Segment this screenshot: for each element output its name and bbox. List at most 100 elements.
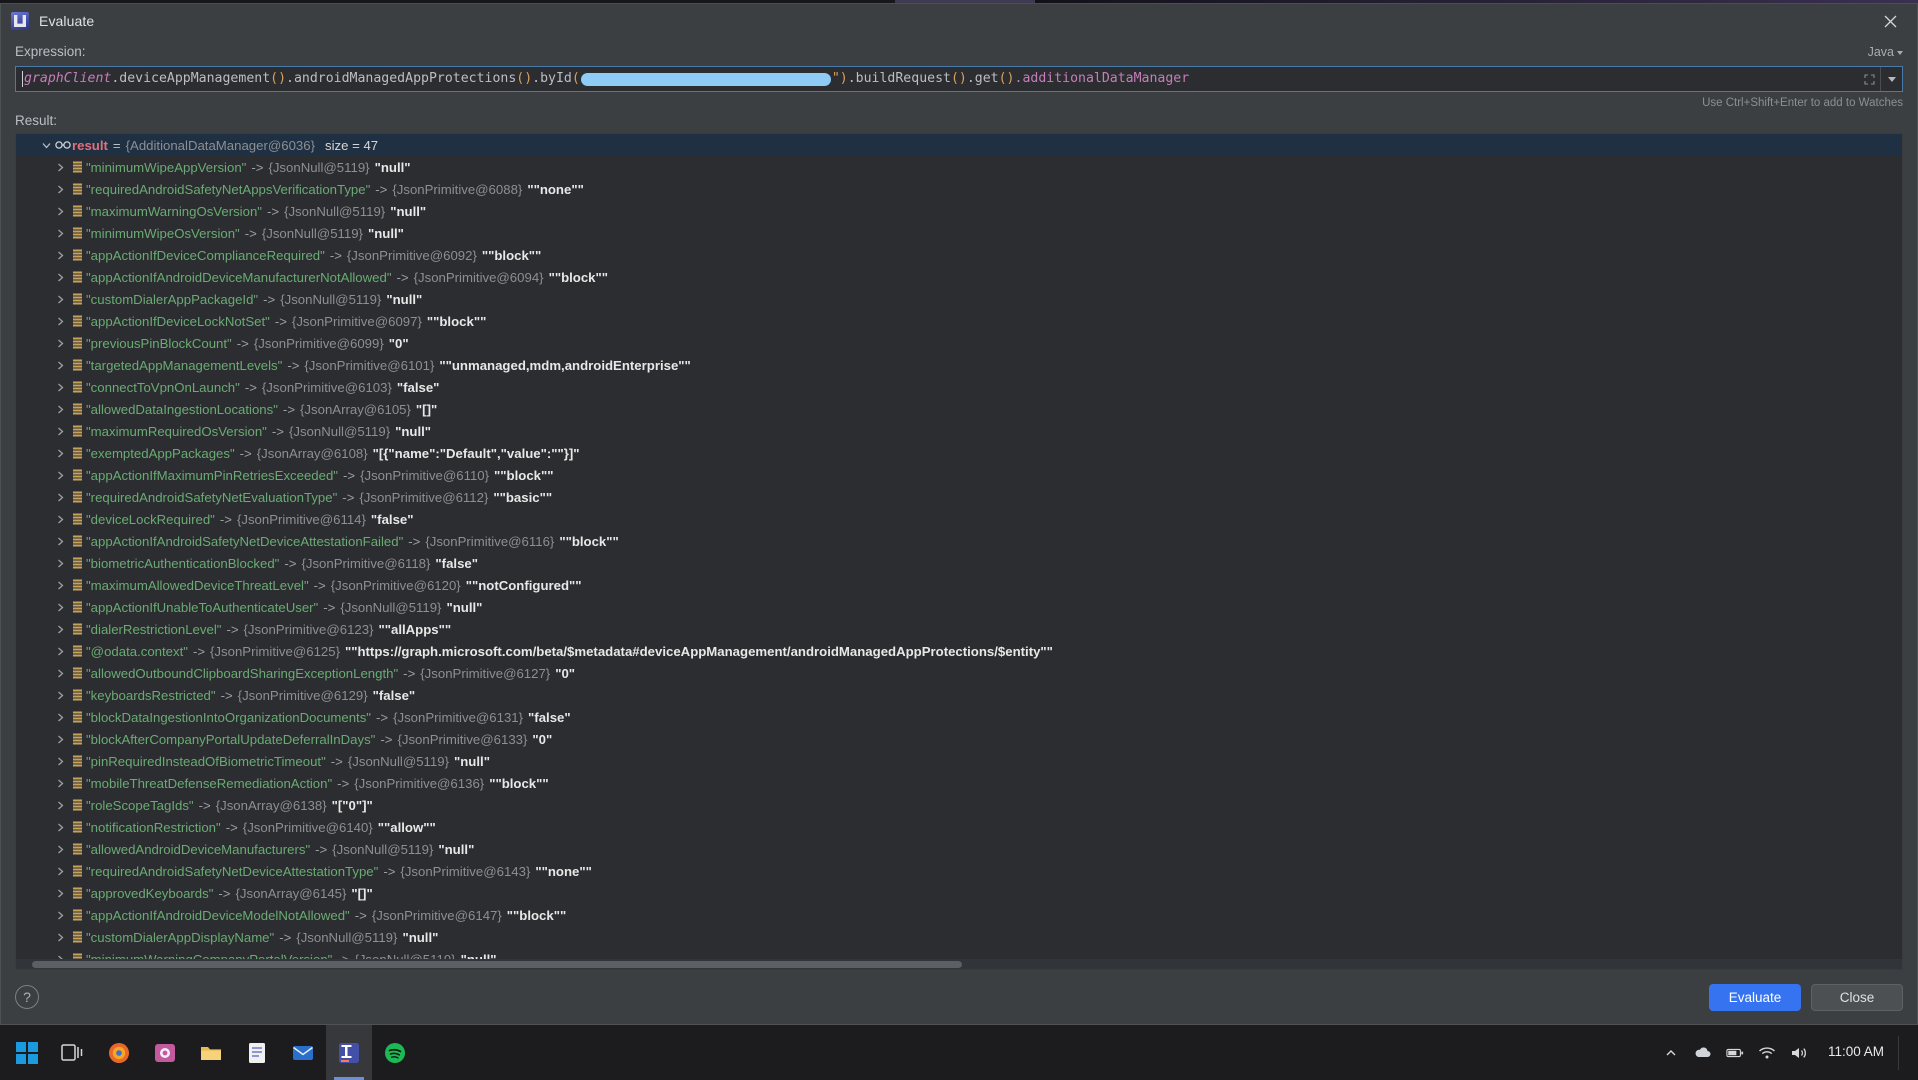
- expression-input[interactable]: graphClient .deviceAppManagement() .androi…: [15, 66, 1903, 92]
- chevron-right-icon[interactable]: [52, 911, 68, 920]
- chevron-up-icon[interactable]: [1662, 1044, 1680, 1062]
- chevron-right-icon[interactable]: [52, 691, 68, 700]
- help-button[interactable]: ?: [15, 985, 39, 1009]
- show-desktop-button[interactable]: [1898, 1035, 1904, 1070]
- chevron-right-icon[interactable]: [52, 163, 68, 172]
- tree-row[interactable]: "customDialerAppPackageId" -> {JsonNull@51…: [16, 288, 1902, 310]
- close-button[interactable]: Close: [1811, 983, 1903, 1011]
- tree-row[interactable]: "allowedDataIngestionLocations" -> {JsonAr…: [16, 398, 1902, 420]
- chevron-right-icon[interactable]: [52, 647, 68, 656]
- outlook-button[interactable]: [280, 1025, 326, 1080]
- tree-row[interactable]: "pinRequiredInsteadOfBiometricTimeout" ->…: [16, 750, 1902, 772]
- chevron-right-icon[interactable]: [52, 669, 68, 678]
- photos-button[interactable]: [142, 1025, 188, 1080]
- tree-row[interactable]: "connectToVpnOnLaunch" -> {JsonPrimitive@6…: [16, 376, 1902, 398]
- chevron-right-icon[interactable]: [52, 537, 68, 546]
- tree-row[interactable]: "appActionIfAndroidSafetyNetDeviceAttest…: [16, 530, 1902, 552]
- chevron-down-icon[interactable]: [38, 141, 54, 150]
- tree-row[interactable]: "customDialerAppDisplayName" -> {JsonNull@…: [16, 926, 1902, 948]
- volume-icon[interactable]: [1790, 1044, 1808, 1062]
- chevron-right-icon[interactable]: [52, 273, 68, 282]
- chevron-right-icon[interactable]: [52, 823, 68, 832]
- notepad-button[interactable]: [234, 1025, 280, 1080]
- tree-row[interactable]: "notificationRestriction" -> {JsonPrimitiv…: [16, 816, 1902, 838]
- tree-row[interactable]: "appActionIfMaximumPinRetriesExceeded" ->…: [16, 464, 1902, 486]
- chevron-right-icon[interactable]: [52, 581, 68, 590]
- tree-row[interactable]: "exemptedAppPackages" -> {JsonArray@6108} "…: [16, 442, 1902, 464]
- chevron-right-icon[interactable]: [52, 801, 68, 810]
- expand-editor-icon[interactable]: [1858, 67, 1880, 91]
- tree-row[interactable]: "maximumWarningOsVersion" -> {JsonNull@511…: [16, 200, 1902, 222]
- chevron-right-icon[interactable]: [52, 185, 68, 194]
- evaluate-button[interactable]: Evaluate: [1709, 983, 1801, 1011]
- tree-row[interactable]: "minimumWipeAppVersion" -> {JsonNull@5119}…: [16, 156, 1902, 178]
- tree-row[interactable]: "requiredAndroidSafetyNetEvaluationType"…: [16, 486, 1902, 508]
- tree-row[interactable]: "deviceLockRequired" -> {JsonPrimitive@611…: [16, 508, 1902, 530]
- battery-icon[interactable]: [1726, 1044, 1744, 1062]
- tree-row[interactable]: "@odata.context" -> {JsonPrimitive@6125} ""…: [16, 640, 1902, 662]
- chevron-right-icon[interactable]: [52, 493, 68, 502]
- spotify-button[interactable]: [372, 1025, 418, 1080]
- wifi-icon[interactable]: [1758, 1044, 1776, 1062]
- tree-row[interactable]: "blockAfterCompanyPortalUpdateDeferralIn…: [16, 728, 1902, 750]
- tree-row[interactable]: "previousPinBlockCount" -> {JsonPrimitive@…: [16, 332, 1902, 354]
- chevron-right-icon[interactable]: [52, 251, 68, 260]
- chevron-right-icon[interactable]: [52, 559, 68, 568]
- tree-row[interactable]: "requiredAndroidSafetyNetAppsVerificatio…: [16, 178, 1902, 200]
- tree-row[interactable]: "mobileThreatDefenseRemediationAction" ->…: [16, 772, 1902, 794]
- tree-row[interactable]: "approvedKeyboards" -> {JsonArray@6145} "[]…: [16, 882, 1902, 904]
- tree-row[interactable]: "keyboardsRestricted" -> {JsonPrimitive@61…: [16, 684, 1902, 706]
- chevron-right-icon[interactable]: [52, 449, 68, 458]
- tree-row[interactable]: "allowedAndroidDeviceManufacturers" -> {Js…: [16, 838, 1902, 860]
- start-button[interactable]: [4, 1025, 50, 1080]
- tree-row[interactable]: "blockDataIngestionIntoOrganizationDocum…: [16, 706, 1902, 728]
- tree-row[interactable]: "appActionIfUnableToAuthenticateUser" ->{…: [16, 596, 1902, 618]
- result-tree[interactable]: result = {AdditionalDataManager@6036} si…: [15, 133, 1903, 970]
- tree-row[interactable]: "appActionIfDeviceComplianceRequired" ->{…: [16, 244, 1902, 266]
- tree-row[interactable]: "appActionIfAndroidDeviceManufacturerNot…: [16, 266, 1902, 288]
- chevron-right-icon[interactable]: [52, 427, 68, 436]
- chevron-right-icon[interactable]: [52, 889, 68, 898]
- chevron-right-icon[interactable]: [52, 933, 68, 942]
- file-explorer-button[interactable]: [188, 1025, 234, 1080]
- tree-row[interactable]: "minimumWarningCompanyPortalVersion" -> {J…: [16, 948, 1902, 959]
- chevron-right-icon[interactable]: [52, 471, 68, 480]
- tree-row-root[interactable]: result = {AdditionalDataManager@6036} si…: [16, 134, 1902, 156]
- chevron-right-icon[interactable]: [52, 207, 68, 216]
- tree-row[interactable]: "targetedAppManagementLevels" -> {JsonPrim…: [16, 354, 1902, 376]
- chevron-right-icon[interactable]: [52, 317, 68, 326]
- chevron-right-icon[interactable]: [52, 625, 68, 634]
- close-icon[interactable]: [1863, 4, 1917, 38]
- taskbar-clock[interactable]: 11:00 AM: [1822, 1044, 1884, 1060]
- chevron-right-icon[interactable]: [52, 603, 68, 612]
- chevron-right-icon[interactable]: [52, 339, 68, 348]
- intellij-button[interactable]: [326, 1025, 372, 1080]
- tree-row[interactable]: "appActionIfAndroidDeviceModelNotAllowed…: [16, 904, 1902, 926]
- tree-row[interactable]: "maximumRequiredOsVersion" -> {JsonNull@51…: [16, 420, 1902, 442]
- chevron-right-icon[interactable]: [52, 295, 68, 304]
- expression-history-dropdown[interactable]: [1880, 67, 1902, 91]
- tree-row[interactable]: "appActionIfDeviceLockNotSet" -> {JsonPrim…: [16, 310, 1902, 332]
- tree-row[interactable]: "biometricAuthenticationBlocked" -> {JsonP…: [16, 552, 1902, 574]
- chevron-right-icon[interactable]: [52, 735, 68, 744]
- tree-row[interactable]: "minimumWipeOsVersion" -> {JsonNull@5119} "…: [16, 222, 1902, 244]
- chevron-right-icon[interactable]: [52, 405, 68, 414]
- task-view-button[interactable]: [50, 1025, 96, 1080]
- chevron-right-icon[interactable]: [52, 713, 68, 722]
- tree-row[interactable]: "dialerRestrictionLevel" -> {JsonPrimitive…: [16, 618, 1902, 640]
- language-selector[interactable]: Java: [1868, 45, 1903, 59]
- tree-row[interactable]: "maximumAllowedDeviceThreatLevel" -> {Json…: [16, 574, 1902, 596]
- chevron-right-icon[interactable]: [52, 383, 68, 392]
- tree-row[interactable]: "allowedOutboundClipboardSharingExceptio…: [16, 662, 1902, 684]
- chevron-right-icon[interactable]: [52, 867, 68, 876]
- chevron-right-icon[interactable]: [52, 515, 68, 524]
- chevron-right-icon[interactable]: [52, 845, 68, 854]
- chevron-right-icon[interactable]: [52, 757, 68, 766]
- tree-row[interactable]: "requiredAndroidSafetyNetDeviceAttestati…: [16, 860, 1902, 882]
- chevron-right-icon[interactable]: [52, 361, 68, 370]
- chevron-right-icon[interactable]: [52, 779, 68, 788]
- chevron-right-icon[interactable]: [52, 229, 68, 238]
- horizontal-scrollbar-thumb[interactable]: [32, 961, 962, 968]
- horizontal-scrollbar[interactable]: [16, 959, 1902, 969]
- cloud-icon[interactable]: [1694, 1044, 1712, 1062]
